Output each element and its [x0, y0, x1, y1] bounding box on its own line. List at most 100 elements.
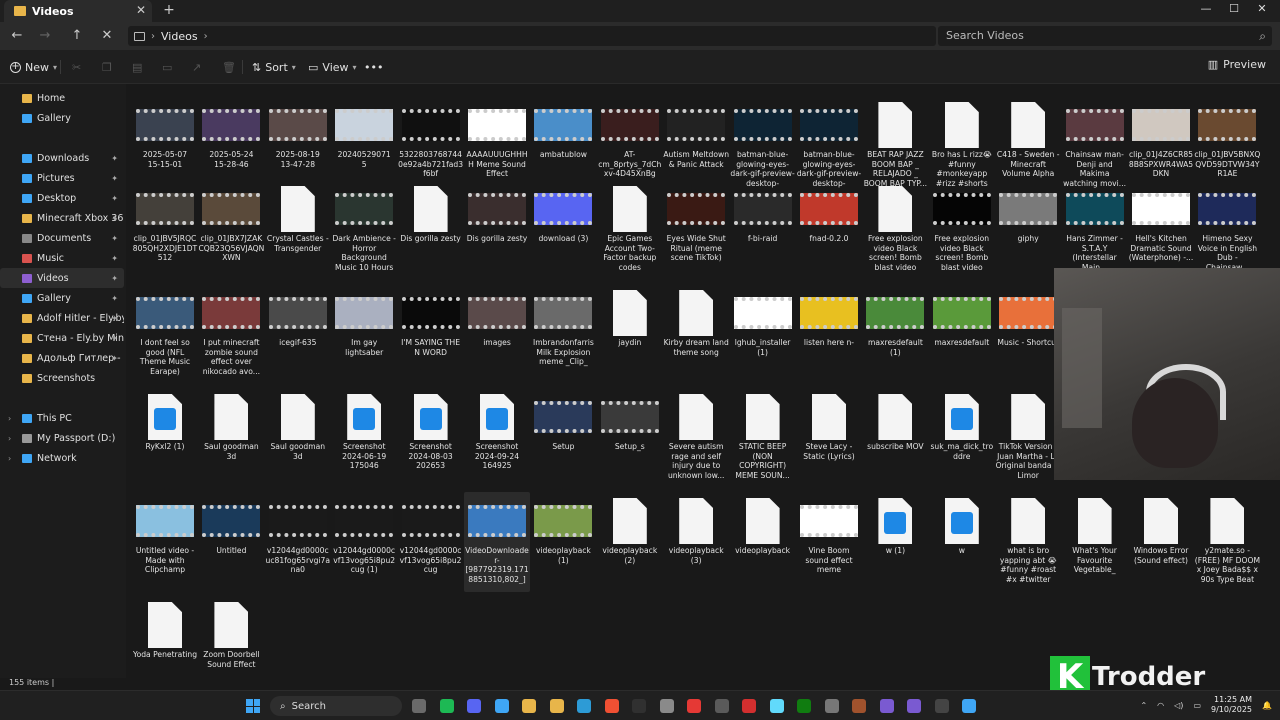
sidebar-item-minecraft-xbox-360-edi[interactable]: Minecraft Xbox 360 Edi✦ [0, 208, 124, 228]
sidebar-item-adolf-hitler-ely-by-minec[interactable]: Adolf Hitler - Ely.by Minec✦ [0, 308, 124, 328]
file-item[interactable]: Saul goodman 3d [265, 388, 331, 488]
sidebar-item-music[interactable]: Music ✦ [0, 248, 124, 268]
sidebar-item-screenshots[interactable]: Screenshots [0, 368, 124, 388]
file-item[interactable]: clip_01JBX7JZAKCQB23Q56VJAQNXWN [198, 180, 264, 280]
sort-button[interactable]: ⇅ Sort ▾ [252, 58, 296, 76]
file-item[interactable]: subscribe MOV [862, 388, 928, 488]
battery-icon[interactable]: ▭ [1193, 701, 1201, 710]
file-item[interactable]: Himeno Sexy Voice in English Dub - Chain… [1194, 180, 1260, 280]
file-explorer-icon[interactable] [549, 699, 564, 713]
file-item[interactable]: STATIC BEEP (NON COPYRIGHT) MEME SOUN... [730, 388, 796, 488]
youtube-icon[interactable] [687, 699, 701, 713]
file-item[interactable]: w (1) [862, 492, 928, 592]
file-item[interactable]: clip_01JBV5JRQC805QH2XDJE1DT512 [132, 180, 198, 280]
clock[interactable]: 11:25 AM 9/10/2025 [1211, 695, 1252, 715]
widgets-icon[interactable] [412, 699, 426, 713]
file-item[interactable]: videoplayback (1) [530, 492, 596, 592]
file-item[interactable]: Setup_s [597, 388, 663, 488]
rename-icon[interactable]: ▭ [162, 58, 172, 76]
file-item[interactable]: images [464, 284, 530, 384]
sidebar-item-network[interactable]: › Network [0, 448, 124, 468]
wifi-icon[interactable]: ◠ [1157, 701, 1164, 710]
ez-icon[interactable] [824, 699, 839, 713]
back-button[interactable]: ← [6, 26, 28, 46]
file-item[interactable]: jaydin [597, 284, 663, 384]
file-item[interactable]: giphy [995, 180, 1061, 280]
sidebar-item-home[interactable]: Home [0, 88, 124, 108]
chevron-up-icon[interactable]: ⌃ [1140, 701, 1147, 710]
file-item[interactable]: Hell's Kitchen Dramatic Sound (Waterphon… [1128, 180, 1194, 280]
react-icon[interactable] [769, 699, 784, 713]
obs-icon[interactable] [632, 699, 646, 713]
sidebar-item-desktop[interactable]: Desktop ✦ [0, 188, 124, 208]
link-app-icon[interactable] [962, 699, 976, 713]
stack-icon[interactable] [879, 699, 894, 713]
sidebar-item-pictures[interactable]: Pictures ✦ [0, 168, 124, 188]
file-item[interactable]: Screenshot 2024-08-03 202653 [398, 388, 464, 488]
file-item[interactable]: Hans Zimmer - S.T.A.Y (Interstellar Main… [1062, 180, 1128, 280]
file-item[interactable]: v12044gd0000cvf13vog65i8pu2cug (1) [331, 492, 397, 592]
sidebar-item-my-passport-d[interactable]: › My Passport (D:) [0, 428, 124, 448]
file-item[interactable]: What's Your Favourite Vegetable_ [1062, 492, 1128, 592]
file-item[interactable]: Steve Lacy - Static (Lyrics) [796, 388, 862, 488]
file-item[interactable]: videoplayback [730, 492, 796, 592]
refresh-button[interactable]: ✕ [96, 26, 118, 46]
file-item[interactable]: v12044gd0000cuc81fog65rvgi7ana0 [265, 492, 331, 592]
expand-chevron-icon[interactable]: › [8, 414, 11, 423]
file-item[interactable]: Severe autism rage and self injury due t… [663, 388, 729, 488]
search-input[interactable]: Search Videos ⌕ [938, 26, 1272, 46]
expand-chevron-icon[interactable]: › [8, 434, 11, 443]
git-icon[interactable] [604, 699, 619, 713]
window-close-button[interactable]: ✕ [1248, 2, 1276, 15]
preview-button[interactable]: ▥ Preview [1208, 58, 1266, 71]
file-item[interactable]: Epic Games Account Two-Factor backup cod… [597, 180, 663, 280]
file-item[interactable]: icegif-635 [265, 284, 331, 384]
delete-icon[interactable]: 🗑 [222, 58, 236, 76]
file-item[interactable]: videoplayback (2) [597, 492, 663, 592]
xbox-app-icon[interactable] [797, 699, 811, 713]
windows-start-icon[interactable] [246, 699, 260, 713]
breadcrumb[interactable]: › Videos › [128, 26, 936, 46]
minimize-button[interactable]: — [1192, 2, 1220, 15]
file-item[interactable]: VideoDownloader-[987792319.1718851310,80… [464, 492, 530, 592]
camera-app-icon[interactable] [934, 699, 949, 713]
file-item[interactable]: Dis gorilla zesty [398, 180, 464, 280]
taskbar-search[interactable]: ⌕ Search [270, 696, 402, 716]
file-item[interactable]: Crystal Castles - Transgender [265, 180, 331, 280]
chrome-icon[interactable] [522, 699, 536, 713]
close-tab-icon[interactable]: ✕ [136, 3, 146, 17]
sidebar-item-videos[interactable]: Videos ✦ [0, 268, 124, 288]
file-item[interactable]: Saul goodman 3d [198, 388, 264, 488]
view-button[interactable]: ▭ View ▾ [308, 58, 357, 76]
volume-icon[interactable]: ◁) [1174, 701, 1183, 710]
photos-icon[interactable] [494, 699, 509, 713]
file-item[interactable]: y2mate.so - (FREE) MF DOOM x Joey Bada$$… [1194, 492, 1260, 592]
chevron-right-icon[interactable]: › [204, 31, 208, 42]
notification-app-icon[interactable] [659, 699, 674, 713]
file-item[interactable]: download (3) [530, 180, 596, 280]
file-item[interactable]: fnad-0.2.0 [796, 180, 862, 280]
file-item[interactable]: maxresdefault [929, 284, 995, 384]
file-item[interactable]: I'M SAYING THE N WORD [398, 284, 464, 384]
file-item[interactable]: listen here n- [796, 284, 862, 384]
file-item[interactable]: Free explosion video Black screen! Bomb … [862, 180, 928, 280]
file-item[interactable]: Dis gorilla zesty [464, 180, 530, 280]
file-item[interactable]: RyKxl2 (1) [132, 388, 198, 488]
file-item[interactable]: maxresdefault (1) [862, 284, 928, 384]
sidebar-item-this-pc[interactable]: › This PC [0, 408, 124, 428]
sidebar-item-gallery[interactable]: Gallery ✦ [0, 288, 124, 308]
file-item[interactable]: Music - Shortcut [995, 284, 1061, 384]
mpc-icon[interactable] [714, 699, 729, 713]
sidebar-item-ely-by-minecraft-sl[interactable]: Стена - Ely.by Minecraft Sl✦ [0, 328, 124, 348]
file-item[interactable]: lghub_installer (1) [730, 284, 796, 384]
breadcrumb-videos[interactable]: Videos [161, 30, 198, 43]
file-item[interactable]: w [929, 492, 995, 592]
copilot-icon[interactable] [907, 699, 921, 713]
file-item[interactable]: Dark Ambience - Horror Background Music … [331, 180, 397, 280]
file-item[interactable]: Im gay lightsaber [331, 284, 397, 384]
discord-icon[interactable] [467, 699, 481, 713]
file-item[interactable]: I dont feel so good (NFL Theme Music Ear… [132, 284, 198, 384]
sidebar-item-documents[interactable]: Documents ✦ [0, 228, 124, 248]
notification-bell-icon[interactable]: 🔔 [1262, 701, 1272, 710]
new-button[interactable]: + New ▾ [10, 58, 57, 76]
